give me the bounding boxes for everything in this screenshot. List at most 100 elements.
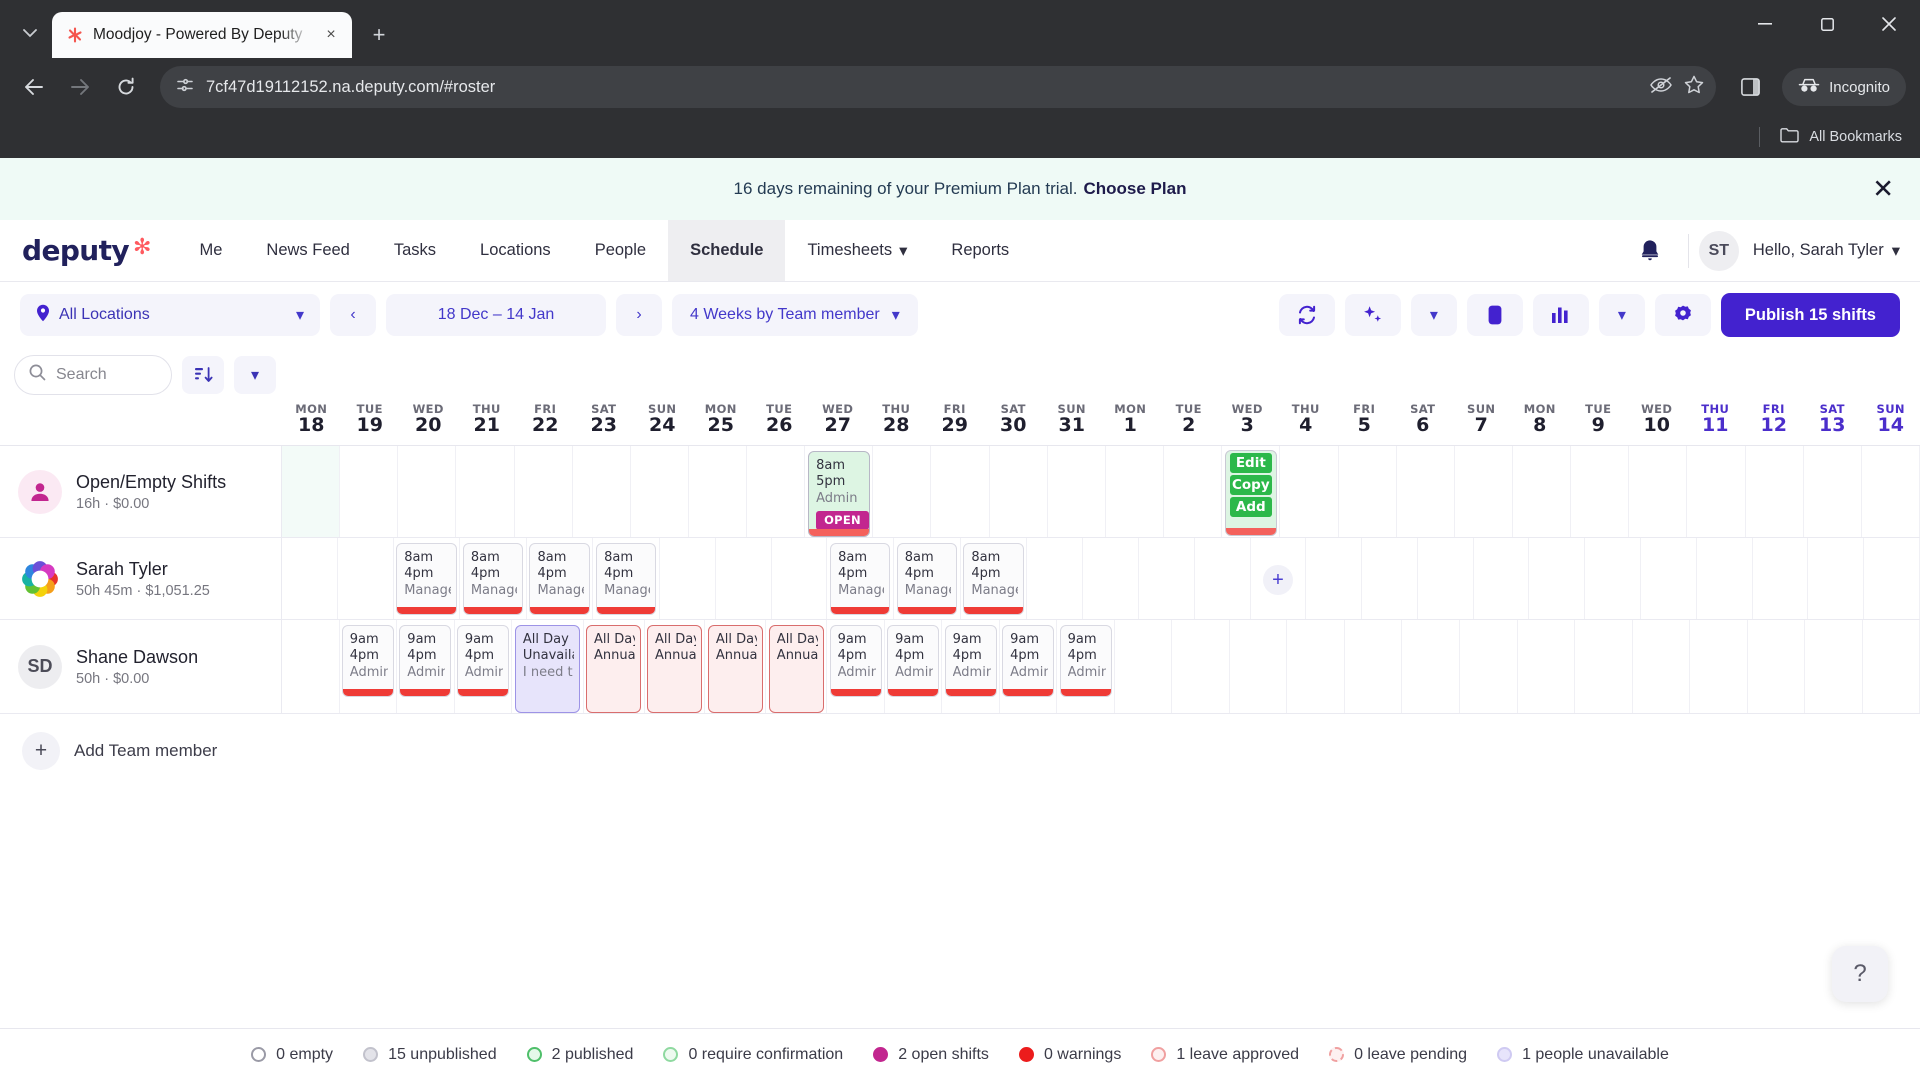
settings-icon[interactable] (1654, 294, 1711, 336)
deputy-logo[interactable]: deputy ✻ (0, 220, 177, 281)
team-member-cell[interactable]: Sarah Tyler 50h 45m · $1,051.25 (0, 538, 282, 619)
schedule-cell[interactable] (1345, 620, 1403, 713)
prev-period-button[interactable]: ‹ (330, 294, 376, 336)
context-menu-add-button[interactable]: Add (1229, 497, 1273, 517)
filter-dropdown-button[interactable]: ▾ (234, 356, 276, 394)
schedule-cell[interactable] (573, 446, 631, 537)
day-column-header[interactable]: WED 10 (1628, 402, 1687, 445)
maximize-icon[interactable] (1796, 0, 1858, 48)
user-avatar[interactable]: ST (1698, 230, 1739, 271)
schedule-cell[interactable] (689, 446, 748, 537)
schedule-cell[interactable] (1748, 620, 1806, 713)
schedule-cell[interactable] (631, 446, 690, 537)
shift-card[interactable]: 9am 4pm Admin (399, 625, 452, 697)
schedule-cell[interactable] (1864, 538, 1920, 619)
shift-card[interactable]: 9am 4pm Admin (887, 625, 940, 697)
day-column-header[interactable]: SUN 31 (1043, 402, 1102, 445)
day-column-header[interactable]: TUE 2 (1160, 402, 1219, 445)
schedule-cell[interactable] (1397, 446, 1455, 537)
schedule-cell[interactable] (716, 538, 772, 619)
schedule-cell[interactable]: All DayAnnual (705, 620, 767, 713)
location-filter[interactable]: All Locations ▾ (20, 294, 320, 336)
shift-card[interactable]: 8am4pmManage (529, 543, 590, 615)
schedule-cell[interactable] (1048, 446, 1106, 537)
unavailability-card[interactable]: All Day Unavaila I need t (514, 625, 580, 713)
day-column-header[interactable]: FRI 12 (1745, 402, 1804, 445)
shift-card[interactable]: 9am 4pm Admin (1002, 625, 1055, 697)
nav-item-timesheets[interactable]: Timesheets ▾ (785, 220, 929, 281)
shift-card[interactable]: 9am 4pm Admin (944, 625, 997, 697)
schedule-cell[interactable] (338, 538, 394, 619)
schedule-cell[interactable] (1571, 446, 1630, 537)
schedule-cell[interactable]: 8am4pmManage (527, 538, 594, 619)
schedule-cell[interactable]: 8am4pmManage (894, 538, 961, 619)
nav-item-reports[interactable]: Reports (929, 220, 1031, 281)
search-input[interactable]: Search (14, 355, 172, 395)
nav-item-schedule[interactable]: Schedule (668, 220, 786, 281)
status-legend-item[interactable]: 0 empty (251, 1046, 333, 1064)
schedule-cell[interactable] (1339, 446, 1397, 537)
open-shift-card[interactable]: 8am 5pm Admin OPEN (808, 451, 870, 537)
nav-item-tasks[interactable]: Tasks (372, 220, 458, 281)
team-member-cell[interactable]: Open/Empty Shifts 16h · $0.00 (0, 446, 282, 537)
status-legend-item[interactable]: 0 warnings (1018, 1046, 1121, 1064)
context-menu-copy-button[interactable]: Copy (1229, 475, 1273, 495)
schedule-cell[interactable] (1362, 538, 1418, 619)
nav-item-people[interactable]: People (573, 220, 668, 281)
side-panel-icon[interactable] (1730, 67, 1770, 107)
shift-card[interactable]: 8am4pmManage (596, 543, 657, 615)
shift-card[interactable]: 8am4pmManage (462, 543, 524, 615)
schedule-cell[interactable] (282, 620, 340, 713)
nav-item-news-feed[interactable]: News Feed (244, 220, 371, 281)
schedule-cell[interactable]: 8am4pmManage (394, 538, 461, 619)
close-banner-icon[interactable]: ✕ (1872, 174, 1894, 205)
forward-icon[interactable] (60, 67, 100, 107)
schedule-cell[interactable] (515, 446, 573, 537)
schedule-cell[interactable] (340, 446, 399, 537)
schedule-cell[interactable] (1753, 538, 1809, 619)
schedule-cell[interactable] (1474, 538, 1530, 619)
shift-card[interactable]: 9am 4pm Admin (1059, 625, 1112, 697)
day-column-header[interactable]: TUE 26 (750, 402, 809, 445)
day-column-header[interactable]: FRI 29 (926, 402, 985, 445)
day-column-header[interactable]: THU 11 (1686, 402, 1745, 445)
shift-card[interactable]: 9am 4pm Admin (829, 625, 882, 697)
schedule-cell[interactable]: All Day Unavaila I need t (512, 620, 584, 713)
day-column-header[interactable]: FRI 5 (1335, 402, 1394, 445)
status-legend-item[interactable]: 15 unpublished (363, 1046, 497, 1064)
schedule-cell[interactable]: 9am 4pm Admin (455, 620, 513, 713)
schedule-cell[interactable] (1575, 620, 1633, 713)
nav-item-locations[interactable]: Locations (458, 220, 573, 281)
schedule-cell[interactable]: 8am4pmManage (460, 538, 527, 619)
status-legend-item[interactable]: 2 published (526, 1046, 633, 1064)
schedule-cell[interactable] (1641, 538, 1697, 619)
schedule-cell[interactable] (1230, 620, 1288, 713)
schedule-cell[interactable] (1687, 446, 1746, 537)
schedule-cell[interactable] (282, 538, 338, 619)
close-window-icon[interactable] (1858, 0, 1920, 48)
day-column-header[interactable]: THU 4 (1277, 402, 1336, 445)
insights-dropdown[interactable]: ▾ (1598, 294, 1645, 336)
schedule-cell[interactable] (1287, 620, 1345, 713)
shift-context-menu[interactable]: Edit Copy Add (1224, 450, 1278, 536)
day-column-header[interactable]: WED 27 (809, 402, 868, 445)
schedule-cell[interactable] (1529, 538, 1586, 619)
minimize-icon[interactable] (1734, 0, 1796, 48)
schedule-cell[interactable] (1697, 538, 1753, 619)
day-column-header[interactable]: TUE 19 (341, 402, 400, 445)
schedule-cell[interactable]: 9am 4pm Admin (1057, 620, 1115, 713)
leave-card[interactable]: All DayAnnual (707, 625, 763, 713)
schedule-cell[interactable]: 8am4pmManage (961, 538, 1028, 619)
day-column-header[interactable]: WED 3 (1218, 402, 1277, 445)
stop-icon[interactable] (1466, 294, 1523, 336)
view-mode-selector[interactable]: 4 Weeks by Team member ▾ (672, 294, 918, 336)
next-period-button[interactable]: › (616, 294, 662, 336)
schedule-cell[interactable]: 9am 4pm Admin (397, 620, 455, 713)
schedule-cell[interactable] (398, 446, 457, 537)
all-bookmarks-label[interactable]: All Bookmarks (1809, 129, 1902, 145)
day-column-header[interactable]: WED 20 (399, 402, 458, 445)
schedule-cell[interactable]: All DayAnnual (766, 620, 828, 713)
choose-plan-link[interactable]: Choose Plan (1083, 179, 1186, 199)
day-column-header[interactable]: MON 18 (282, 402, 341, 445)
schedule-cell[interactable] (1808, 538, 1865, 619)
